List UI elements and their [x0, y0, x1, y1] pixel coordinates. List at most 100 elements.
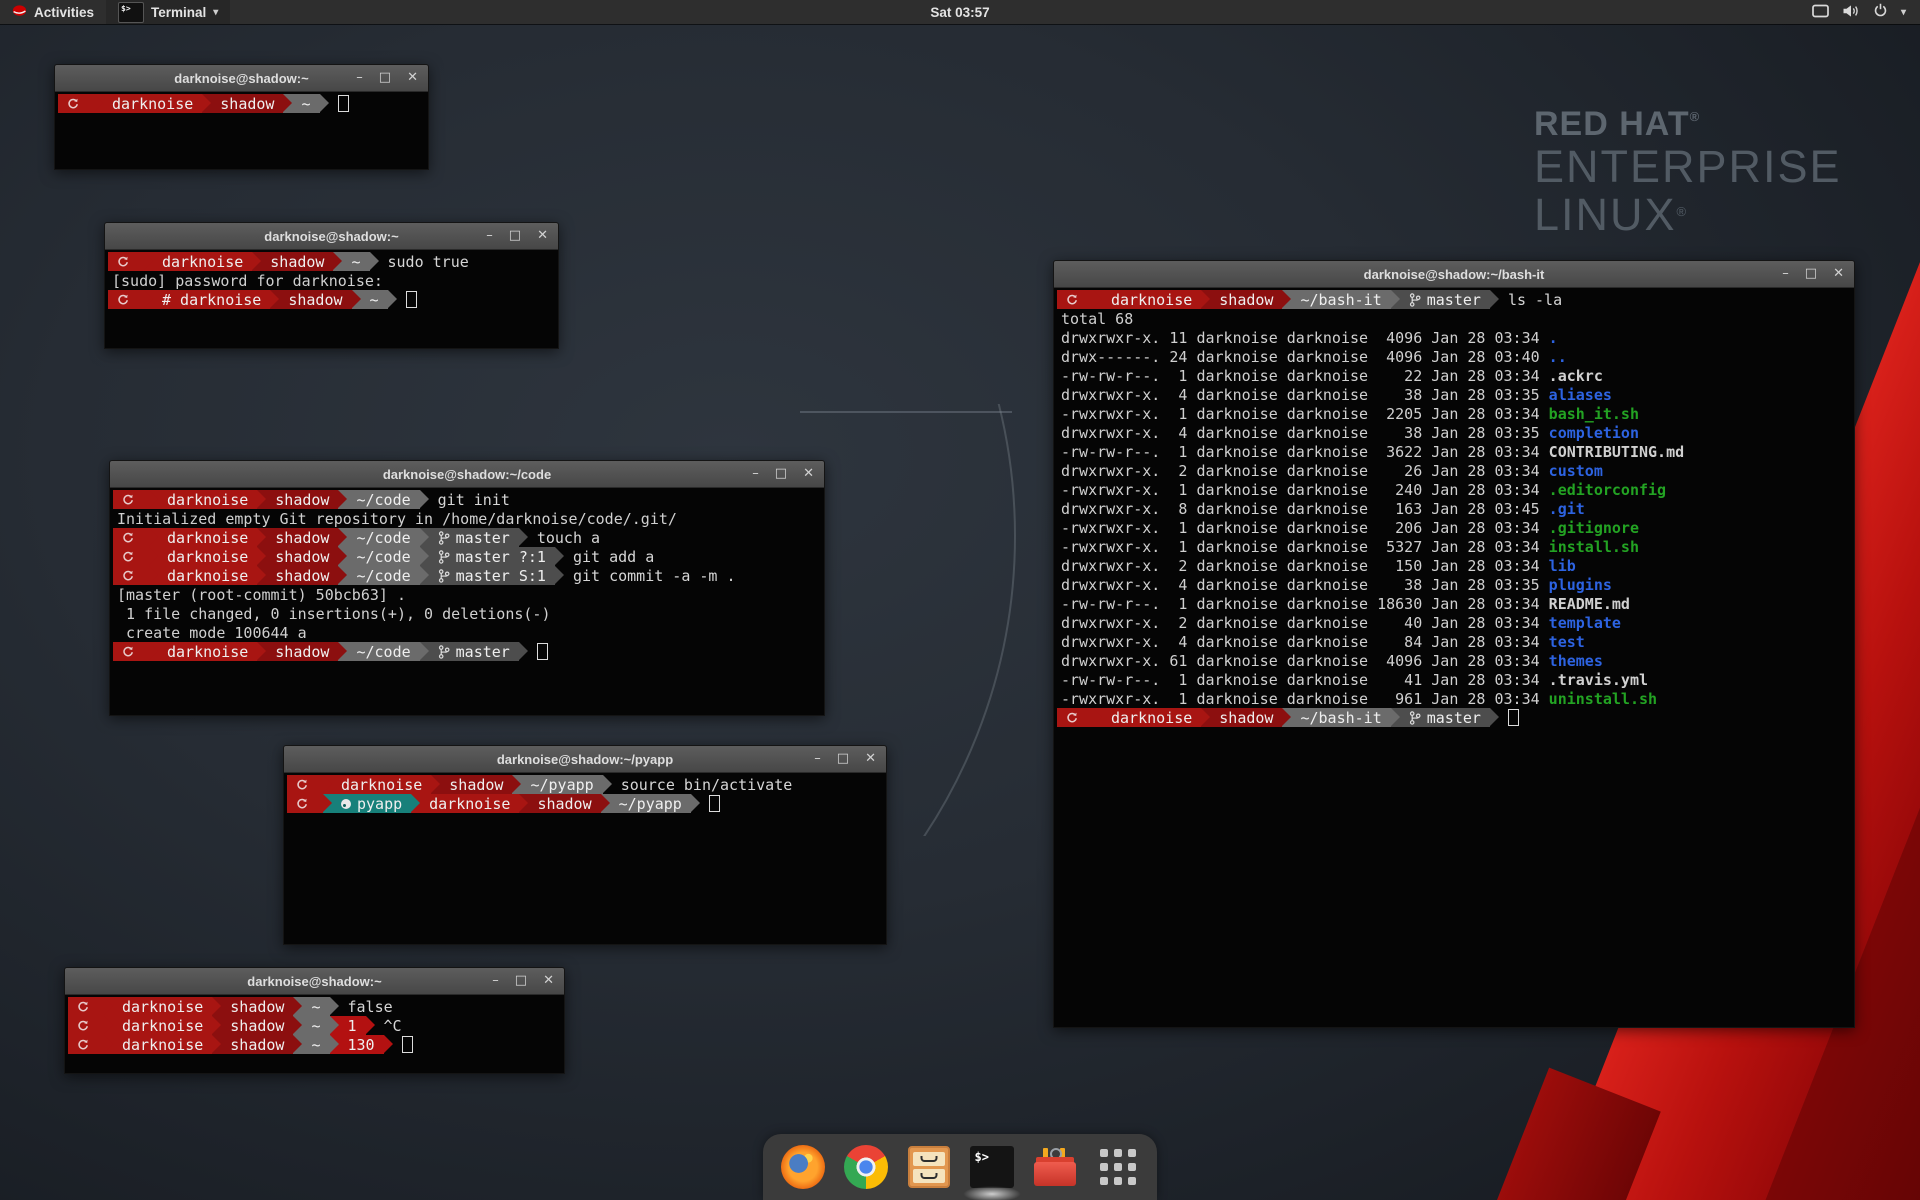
- caret-down-icon: ▾: [213, 7, 218, 18]
- git-branch-icon: [438, 645, 450, 659]
- powerline-arrow: [1282, 290, 1291, 309]
- prompt-segment: pyapp: [332, 794, 411, 813]
- app-menu-button[interactable]: $> Terminal ▾: [106, 0, 230, 24]
- files-icon[interactable]: [906, 1144, 952, 1190]
- terminal-line: drwxrwxr-x. 4 darknoise darknoise 38 Jan…: [1057, 575, 1851, 594]
- clock[interactable]: Sat 03:57: [930, 0, 989, 24]
- terminal-content[interactable]: darknoiseshadow~/codegit initInitialized…: [110, 488, 824, 715]
- system-status-area[interactable]: ▾: [1806, 0, 1912, 24]
- prompt-segment: ~: [361, 290, 388, 309]
- close-button[interactable]: ✕: [1833, 261, 1844, 287]
- prompt-segment: [68, 1016, 104, 1035]
- prompt-segment: [68, 997, 104, 1016]
- terminal-window-sudo[interactable]: darknoise@shadow:~ –□✕ darknoiseshadow~s…: [104, 222, 559, 349]
- firefox-icon[interactable]: [780, 1144, 826, 1190]
- terminal-line: darknoiseshadow~: [58, 94, 425, 113]
- terminal-content[interactable]: darknoiseshadow~: [55, 92, 428, 169]
- prompt-segment: shadow: [266, 642, 338, 661]
- terminal-window-home-2[interactable]: darknoise@shadow:~ –□✕ darknoiseshadow~f…: [64, 967, 565, 1074]
- powerline-arrow: [104, 1016, 113, 1035]
- app-menu-label: Terminal: [151, 5, 206, 20]
- prompt-segment: ~/code: [347, 566, 419, 585]
- maximize-button[interactable]: □: [509, 223, 521, 249]
- chrome-icon[interactable]: [843, 1144, 889, 1190]
- prompt-segment: darknoise: [113, 1035, 212, 1054]
- prompt-segment: [287, 794, 323, 813]
- terminal-line: darknoiseshadow~/codegit init: [113, 490, 821, 509]
- top-bar: Activities $> Terminal ▾ Sat 03:57 ▾: [0, 0, 1920, 24]
- terminal-line: darknoiseshadow~1^C: [68, 1016, 561, 1035]
- terminal-app-icon: $>: [118, 2, 144, 23]
- rhel-wallpaper-logo: RED HAT® ENTERPRISE LINUX®: [1534, 106, 1842, 240]
- file-name: install.sh: [1549, 538, 1639, 556]
- minimize-button[interactable]: –: [752, 461, 759, 487]
- close-button[interactable]: ✕: [407, 65, 418, 91]
- window-titlebar[interactable]: darknoise@shadow:~ –□✕: [105, 223, 558, 250]
- minimize-button[interactable]: –: [814, 746, 821, 772]
- close-button[interactable]: ✕: [803, 461, 814, 487]
- activities-button[interactable]: Activities: [0, 0, 106, 24]
- prompt-segment: [68, 1035, 104, 1054]
- maximize-button[interactable]: □: [775, 461, 787, 487]
- maximize-button[interactable]: □: [379, 65, 391, 91]
- prompt-segment: darknoise: [1102, 708, 1201, 727]
- terminal-cursor: [338, 95, 349, 112]
- toolbox-icon[interactable]: [1032, 1144, 1078, 1190]
- file-name: .gitignore: [1549, 519, 1639, 537]
- prompt-segment: ~: [342, 252, 369, 271]
- powerline-arrow: [420, 490, 429, 509]
- minimize-button[interactable]: –: [356, 65, 363, 91]
- terminal-window-home-1[interactable]: darknoise@shadow:~ –□✕ darknoiseshadow~: [54, 64, 429, 170]
- prompt-segment: shadow: [440, 775, 512, 794]
- maximize-button[interactable]: □: [1805, 261, 1817, 287]
- terminal-content[interactable]: darknoiseshadow~falsedarknoiseshadow~1^C…: [65, 995, 564, 1073]
- os-icon: [122, 551, 134, 563]
- terminal-content[interactable]: darknoiseshadow~/bash-itmasterls -latota…: [1054, 288, 1854, 1027]
- window-titlebar[interactable]: darknoise@shadow:~/code –□✕: [110, 461, 824, 488]
- window-titlebar[interactable]: darknoise@shadow:~/pyapp –□✕: [284, 746, 886, 773]
- prompt-segment: darknoise: [420, 794, 519, 813]
- prompt-segment: darknoise: [158, 642, 257, 661]
- prompt-segment: darknoise: [153, 252, 252, 271]
- powerline-arrow: [144, 252, 153, 271]
- close-button[interactable]: ✕: [543, 968, 554, 994]
- prompt-segment: darknoise: [158, 490, 257, 509]
- file-name: uninstall.sh: [1549, 690, 1657, 708]
- close-button[interactable]: ✕: [865, 746, 876, 772]
- terminal-line: darknoiseshadow~false: [68, 997, 561, 1016]
- minimize-button[interactable]: –: [486, 223, 493, 249]
- terminal-line: -rwxrwxr-x. 1 darknoise darknoise 2205 J…: [1057, 404, 1851, 423]
- close-button[interactable]: ✕: [537, 223, 548, 249]
- os-icon: [122, 646, 134, 658]
- maximize-button[interactable]: □: [837, 746, 849, 772]
- app-grid-icon[interactable]: [1095, 1144, 1141, 1190]
- file-name: template: [1549, 614, 1621, 632]
- git-branch-icon: [1409, 293, 1421, 307]
- window-titlebar[interactable]: darknoise@shadow:~ –□✕: [55, 65, 428, 92]
- window-titlebar[interactable]: darknoise@shadow:~ –□✕: [65, 968, 564, 995]
- registered-mark: ®: [1677, 204, 1689, 219]
- minimize-button[interactable]: –: [492, 968, 499, 994]
- minimize-button[interactable]: –: [1782, 261, 1789, 287]
- powerline-arrow: [420, 642, 429, 661]
- terminal-icon[interactable]: $>: [969, 1144, 1015, 1190]
- maximize-button[interactable]: □: [515, 968, 527, 994]
- window-titlebar[interactable]: darknoise@shadow:~/bash-it –□✕: [1054, 261, 1854, 288]
- terminal-window-pyapp[interactable]: darknoise@shadow:~/pyapp –□✕ darknoisesh…: [283, 745, 887, 945]
- prompt-segment: [113, 490, 149, 509]
- terminal-line: drwxrwxr-x. 2 darknoise darknoise 150 Ja…: [1057, 556, 1851, 575]
- powerline-arrow: [293, 1035, 302, 1054]
- powerline-arrow: [352, 290, 361, 309]
- terminal-window-code[interactable]: darknoise@shadow:~/code –□✕ darknoisesha…: [109, 460, 825, 716]
- terminal-line: darknoiseshadow~130: [68, 1035, 561, 1054]
- terminal-window-bash-it[interactable]: darknoise@shadow:~/bash-it –□✕ darknoise…: [1053, 260, 1855, 1028]
- powerline-arrow: [330, 1016, 339, 1035]
- powerline-arrow: [519, 642, 528, 661]
- terminal-content[interactable]: darknoiseshadow~sudo true[sudo] password…: [105, 250, 558, 348]
- terminal-content[interactable]: darknoiseshadow~/pyappsource bin/activat…: [284, 773, 886, 944]
- powerline-arrow: [691, 794, 700, 813]
- os-icon: [67, 98, 79, 110]
- powerline-arrow: [330, 1035, 339, 1054]
- terminal-line: drwxrwxr-x. 4 darknoise darknoise 84 Jan…: [1057, 632, 1851, 651]
- terminal-cursor: [537, 643, 548, 660]
